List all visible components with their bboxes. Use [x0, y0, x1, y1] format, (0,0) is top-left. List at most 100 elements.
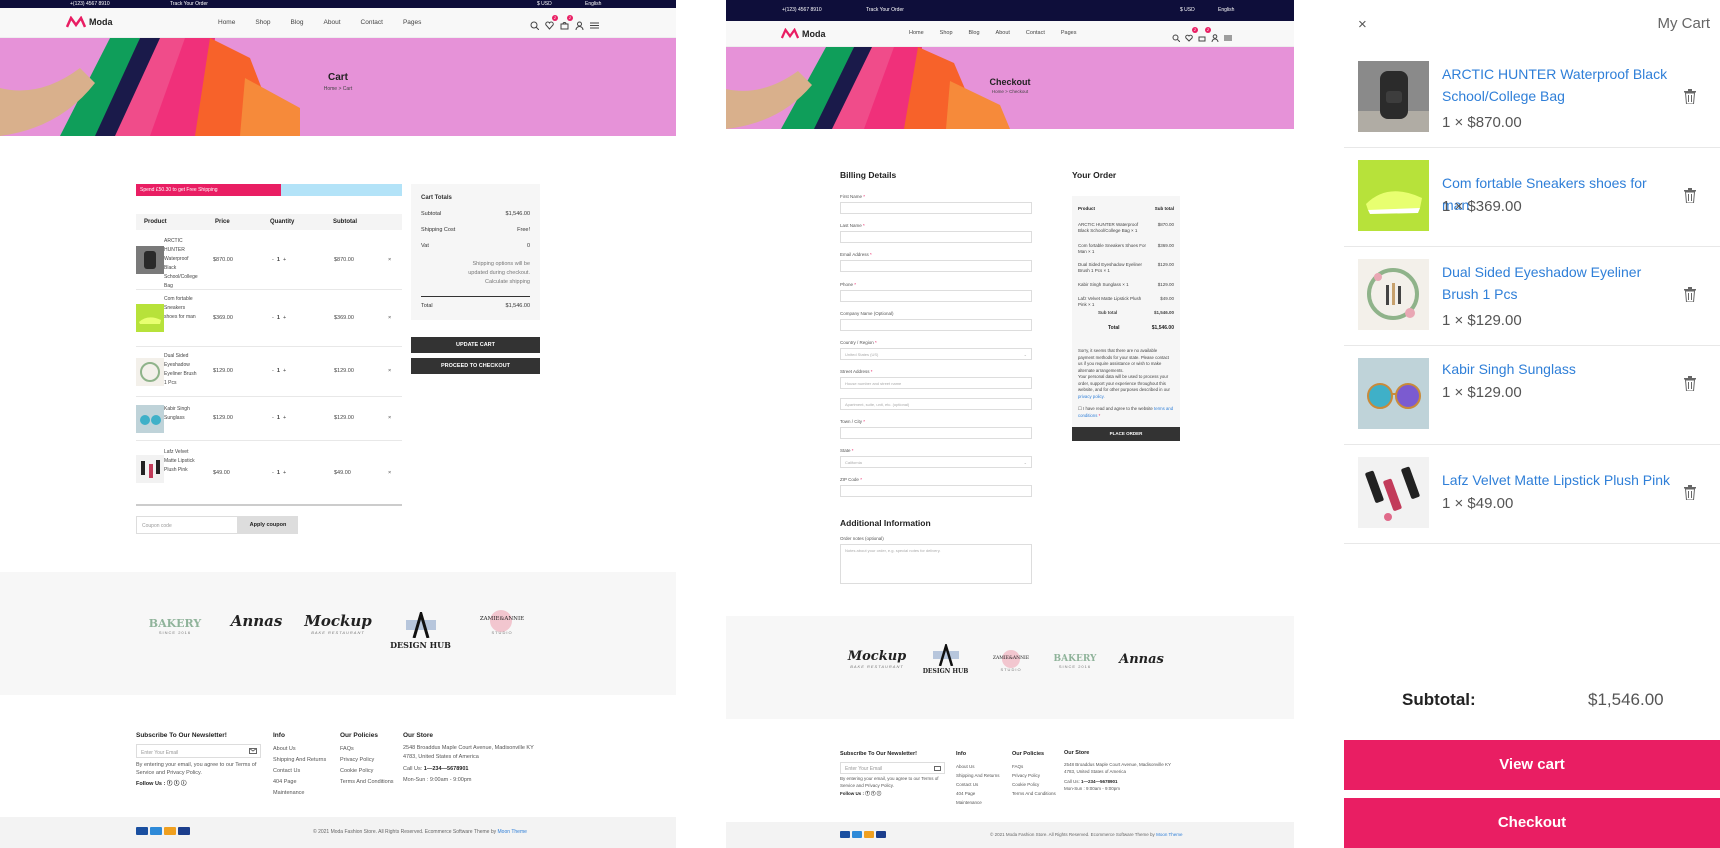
remove-item-button[interactable]: × [388, 415, 391, 421]
apartment-input[interactable]: Apartment, suite, unit, etc. (optional) [840, 398, 1032, 410]
quantity-stepper[interactable]: - 1 + [272, 368, 286, 374]
qty-plus[interactable]: + [283, 415, 286, 421]
link-contact[interactable]: Contact Us [273, 766, 326, 777]
wishlist-icon[interactable]: 2 [1185, 27, 1198, 42]
breadcrumb-home[interactable]: Home [324, 86, 337, 92]
link-about[interactable]: About Us [956, 762, 1000, 771]
currency-select[interactable]: $ USD [1180, 7, 1195, 13]
nav-blog[interactable]: Blog [291, 19, 304, 26]
trash-icon[interactable] [1684, 376, 1696, 391]
product-name[interactable]: Lafz Velvet Matte Lipstick Plush Pink [164, 448, 199, 475]
last-name-input[interactable] [840, 231, 1032, 243]
qty-value[interactable]: 1 [277, 415, 280, 421]
place-order-button[interactable]: PLACE ORDER [1072, 427, 1180, 441]
mini-cart-item-name[interactable]: Kabir Singh Sunglass [1442, 358, 1674, 380]
wishlist-icon[interactable]: 2 [545, 15, 558, 30]
product-image-brush[interactable] [136, 358, 164, 386]
qty-value[interactable]: 1 [277, 315, 280, 321]
nav-contact[interactable]: Contact [1026, 30, 1045, 36]
checkout-button[interactable]: Checkout [1344, 798, 1720, 848]
link-terms[interactable]: Terms And Conditions [1012, 789, 1056, 798]
link-cookie[interactable]: Cookie Policy [1012, 780, 1056, 789]
country-select[interactable]: United States (US) ⌄ [840, 348, 1032, 360]
link-shipping[interactable]: Shipping And Returns [956, 771, 1000, 780]
quantity-stepper[interactable]: - 1 + [272, 315, 286, 321]
nav-home[interactable]: Home [218, 19, 235, 26]
track-order-link[interactable]: Track Your Order [866, 7, 904, 13]
search-icon[interactable] [530, 17, 540, 31]
nav-contact[interactable]: Contact [361, 19, 383, 26]
cart-icon[interactable]: 2 [560, 15, 573, 30]
language-select[interactable]: English [1218, 7, 1234, 13]
trash-icon[interactable] [1684, 485, 1696, 500]
nav-home[interactable]: Home [909, 30, 924, 36]
qty-value[interactable]: 1 [277, 257, 280, 263]
qty-value[interactable]: 1 [277, 368, 280, 374]
nav-pages[interactable]: Pages [1061, 30, 1077, 36]
link-terms[interactable]: Terms And Conditions [340, 777, 394, 788]
zip-input[interactable] [840, 485, 1032, 497]
apply-coupon-button[interactable]: Apply coupon [238, 516, 298, 534]
link-cookie[interactable]: Cookie Policy [340, 766, 394, 777]
trash-icon[interactable] [1684, 89, 1696, 104]
product-image-sneakers[interactable] [136, 304, 164, 332]
cart-icon[interactable]: 2 [1198, 27, 1211, 42]
facebook-icon[interactable]: ⓕ [865, 791, 870, 796]
product-image-sunglass[interactable] [1358, 358, 1429, 429]
product-name[interactable]: Kabir Singh Sunglass [164, 405, 199, 423]
newsletter-email-input[interactable]: Enter Your Email [136, 744, 261, 758]
track-order-link[interactable]: Track Your Order [170, 1, 208, 7]
trash-icon[interactable] [1684, 287, 1696, 302]
product-name[interactable]: Com fortable Sneakers shoes for man [164, 295, 199, 322]
qty-minus[interactable]: - [272, 470, 274, 476]
mini-cart-item-name[interactable]: Lafz Velvet Matte Lipstick Plush Pink [1442, 469, 1674, 491]
product-image-lipstick[interactable] [1358, 457, 1429, 528]
product-image-sunglass[interactable] [136, 405, 164, 433]
twitter-icon[interactable]: ⓣ [174, 781, 180, 787]
email-input[interactable] [840, 260, 1032, 272]
mini-cart-item-name[interactable]: ARCTIC HUNTER Waterproof Black School/Co… [1442, 63, 1674, 107]
nav-pages[interactable]: Pages [403, 19, 421, 26]
search-icon[interactable] [1172, 29, 1181, 43]
breadcrumb-home[interactable]: Home [992, 89, 1004, 94]
link-contact[interactable]: Contact Us [956, 780, 1000, 789]
link-faqs[interactable]: FAQs [340, 744, 394, 755]
qty-plus[interactable]: + [283, 257, 286, 263]
link-about[interactable]: About Us [273, 744, 326, 755]
nav-blog[interactable]: Blog [969, 30, 980, 36]
qty-minus[interactable]: - [272, 257, 274, 263]
link-privacy[interactable]: Privacy Policy [340, 755, 394, 766]
nav-about[interactable]: About [996, 30, 1010, 36]
user-icon[interactable] [1211, 29, 1220, 43]
view-cart-button[interactable]: View cart [1344, 740, 1720, 790]
state-select[interactable]: California ⌄ [840, 456, 1032, 468]
mini-cart-item-name[interactable]: Dual Sided Eyeshadow Eyeliner Brush 1 Pc… [1442, 261, 1674, 305]
coupon-input[interactable]: Coupon code [136, 516, 238, 534]
logo[interactable]: Moda [781, 28, 826, 39]
link-faqs[interactable]: FAQs [1012, 762, 1056, 771]
product-name[interactable]: ARCTIC HUNTER Waterproof Black School/Co… [164, 237, 199, 291]
menu-icon[interactable] [1224, 29, 1233, 41]
qty-plus[interactable]: + [283, 368, 286, 374]
nav-about[interactable]: About [324, 19, 341, 26]
city-input[interactable] [840, 427, 1032, 439]
link-404[interactable]: 404 Page [273, 777, 326, 788]
privacy-policy-link[interactable]: privacy policy. [1078, 394, 1105, 399]
user-icon[interactable] [575, 17, 584, 31]
language-select[interactable]: English [585, 1, 601, 7]
linkedin-icon[interactable]: ⓘ [877, 791, 882, 796]
quantity-stepper[interactable]: - 1 + [272, 470, 286, 476]
link-maintenance[interactable]: Maintenance [956, 798, 1000, 807]
first-name-input[interactable] [840, 202, 1032, 214]
facebook-icon[interactable]: ⓕ [167, 781, 173, 787]
phone-input[interactable] [840, 290, 1032, 302]
currency-select[interactable]: $ USD [537, 1, 552, 7]
remove-item-button[interactable]: × [388, 368, 391, 374]
quantity-stepper[interactable]: - 1 + [272, 415, 286, 421]
remove-item-button[interactable]: × [388, 257, 391, 263]
send-icon[interactable] [934, 766, 941, 771]
nav-shop[interactable]: Shop [940, 30, 953, 36]
terms-checkbox[interactable]: ☐ [1078, 406, 1082, 411]
send-icon[interactable] [249, 748, 257, 754]
qty-minus[interactable]: - [272, 415, 274, 421]
